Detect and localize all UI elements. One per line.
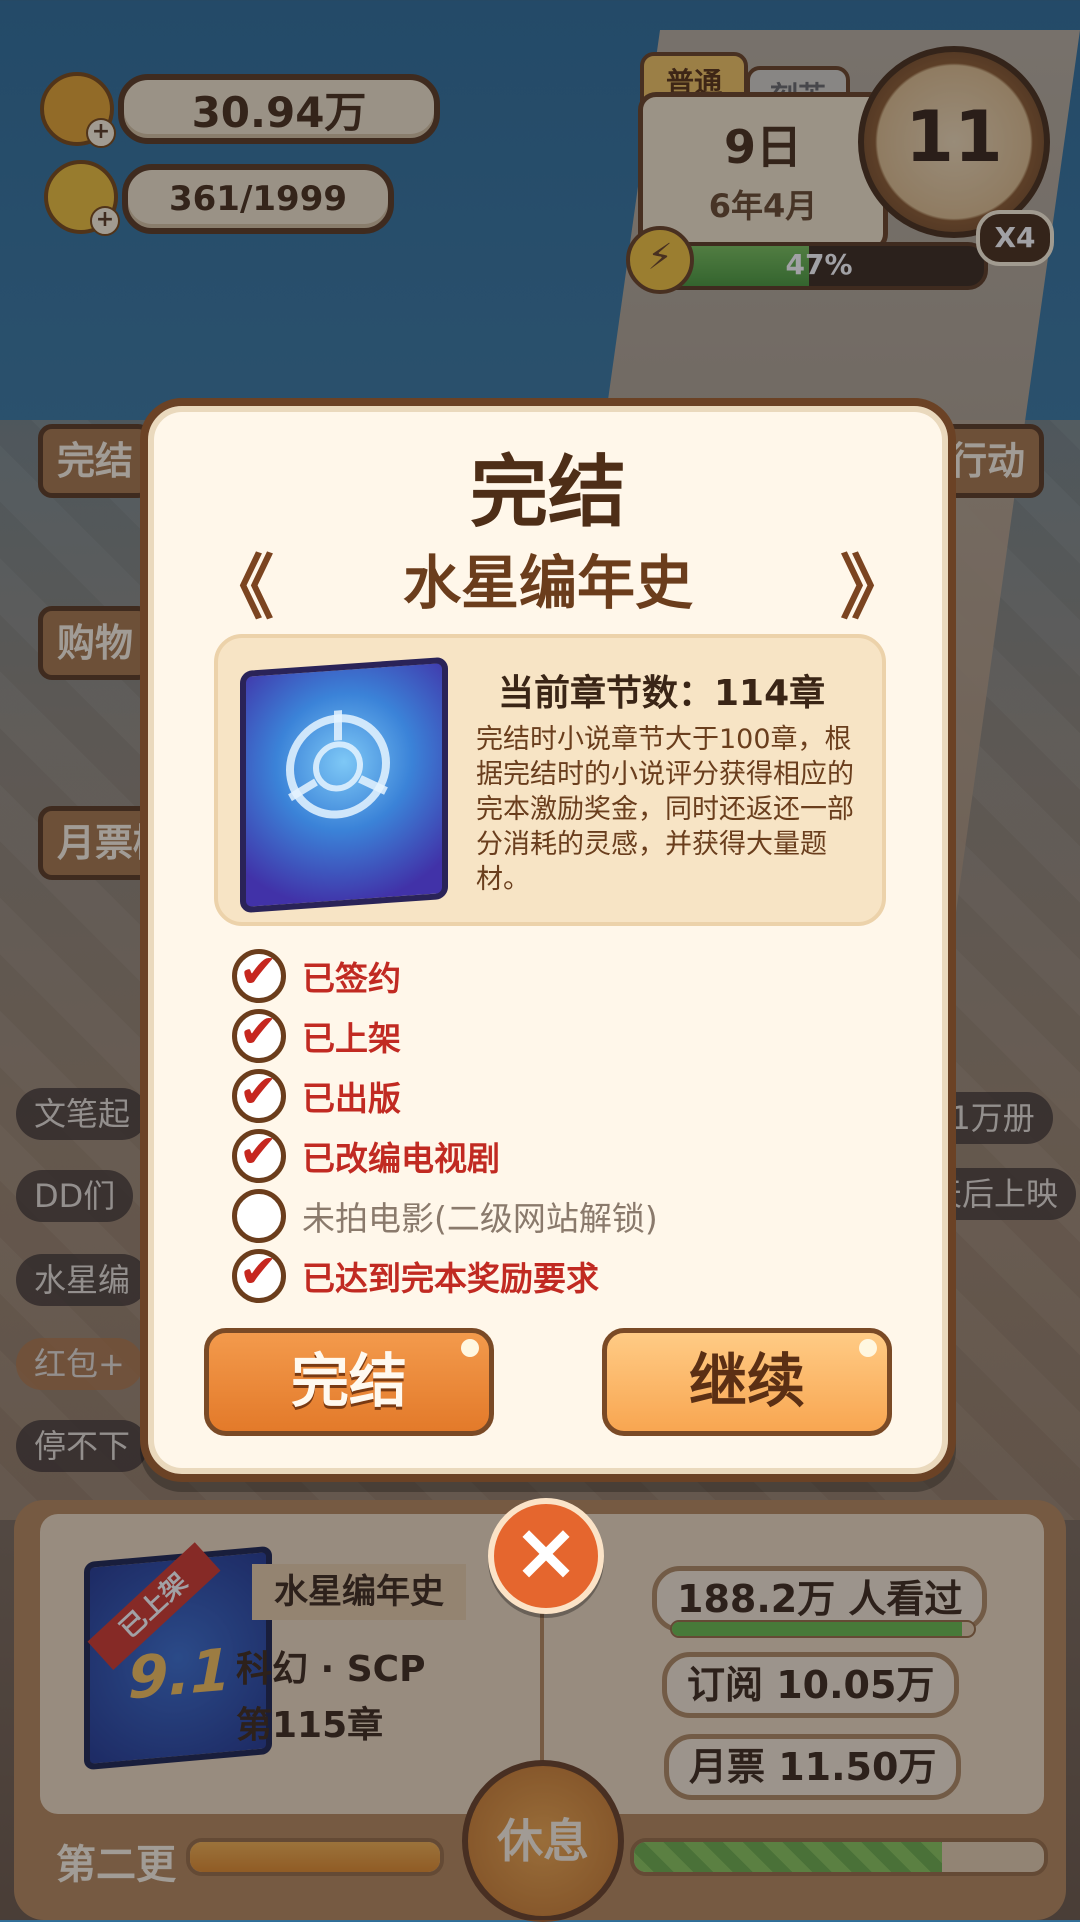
requirement-label: 已签约 <box>302 959 401 998</box>
current-chapter-count: 当前章节数：114章 <box>498 673 826 714</box>
requirement-label: 已改编电视剧 <box>302 1139 500 1178</box>
checkbox-checked-icon: ✔ <box>232 944 286 1003</box>
scp-emblem-icon <box>286 710 390 819</box>
finish-button-label: 完结 <box>290 1347 407 1415</box>
requirement-movie: 未拍电影(二级网站解锁) <box>232 1186 658 1246</box>
requirement-listed: ✔ 已上架 <box>232 1004 658 1066</box>
book-cover-icon <box>240 656 448 914</box>
requirement-tv-adaptation: ✔ 已改编电视剧 <box>232 1124 658 1186</box>
dialog-title: 完结 <box>469 448 626 538</box>
shine-decoration <box>461 1339 479 1357</box>
close-icon[interactable]: × <box>488 1498 604 1614</box>
requirement-label: 已出版 <box>302 1079 401 1118</box>
checkbox-unchecked-icon <box>232 1189 286 1243</box>
dialog-book-name: 水星编年史 <box>402 549 693 617</box>
checkbox-checked-icon: ✔ <box>232 1064 286 1123</box>
finish-book-dialog: 完结 《 水星编年史 》 当前章节数：114章 完结时小说章节大于100章，根据… <box>140 398 956 1482</box>
requirement-label: 已达到完本奖励要求 <box>302 1259 599 1298</box>
checkbox-checked-icon: ✔ <box>232 1004 286 1063</box>
requirement-published: ✔ 已出版 <box>232 1064 658 1126</box>
requirement-signed: ✔ 已签约 <box>232 944 658 1006</box>
checkbox-checked-icon: ✔ <box>232 1244 286 1303</box>
continue-button-label: 继续 <box>688 1347 805 1415</box>
requirement-reward: ✔ 已达到完本奖励要求 <box>232 1244 658 1306</box>
requirement-checklist: ✔ 已签约 ✔ 已上架 ✔ 已出版 ✔ 已改编电视剧 未拍电影(二级网站解锁) … <box>232 944 658 1306</box>
requirement-label: 未拍电影(二级网站解锁) <box>302 1199 658 1238</box>
checkbox-checked-icon: ✔ <box>232 1124 286 1183</box>
requirement-label: 已上架 <box>302 1019 401 1058</box>
finish-button[interactable]: 完结 <box>204 1328 494 1436</box>
next-book-arrow[interactable]: 》 <box>840 532 910 633</box>
finish-description: 完结时小说章节大于100章，根据完结时的小说评分获得相应的完本激励奖金，同时还返… <box>476 724 854 895</box>
book-info-box: 当前章节数：114章 完结时小说章节大于100章，根据完结时的小说评分获得相应的… <box>214 634 886 926</box>
continue-button[interactable]: 继续 <box>602 1328 892 1436</box>
shine-decoration <box>859 1339 877 1357</box>
